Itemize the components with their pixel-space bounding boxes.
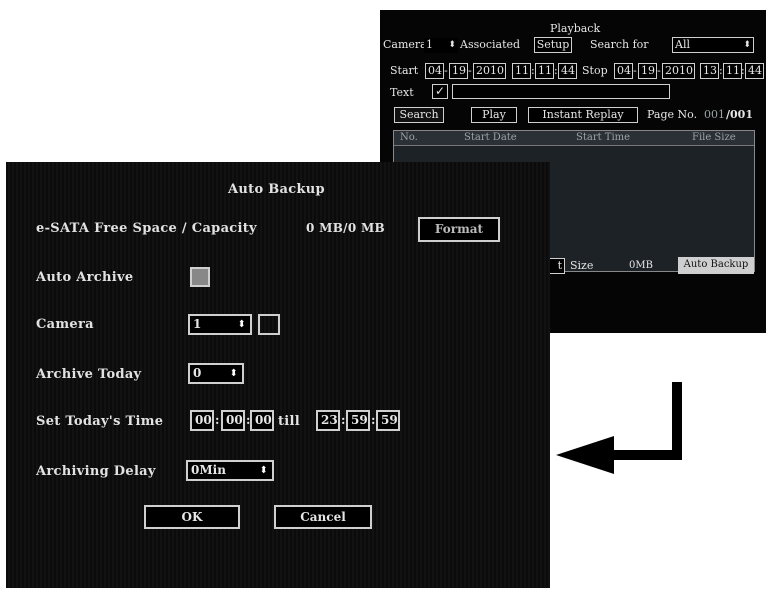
camera-select-value: 1	[193, 317, 202, 331]
play-button[interactable]: Play	[471, 107, 517, 123]
page-total: /001	[726, 108, 753, 121]
search-for-label: Search for	[590, 38, 649, 51]
column-header-no: No.	[400, 132, 418, 143]
column-header-start-time: Start Time	[576, 132, 631, 143]
from-sec-field[interactable]: 00	[250, 410, 274, 431]
size-label: Size	[570, 259, 594, 272]
column-header-file-size: File Size	[692, 132, 736, 143]
camera-select[interactable]: 1 ⬍	[188, 314, 252, 335]
stop-month-field[interactable]: 04	[614, 63, 633, 79]
search-for-value: All	[675, 38, 690, 51]
start-year-field[interactable]: 2010	[473, 63, 506, 79]
stop-sec-field[interactable]: 44	[745, 63, 764, 79]
date-separator: -	[468, 64, 472, 77]
setup-button[interactable]: Setup	[534, 37, 572, 53]
to-min-field[interactable]: 59	[346, 410, 370, 431]
archive-today-label: Archive Today	[36, 367, 142, 382]
date-separator: -	[657, 64, 661, 77]
date-separator: -	[444, 64, 448, 77]
size-value: 0MB	[629, 260, 653, 271]
auto-backup-title: Auto Backup	[228, 182, 325, 197]
associated-label: Associated	[460, 38, 521, 51]
time-separator: :	[341, 413, 346, 427]
camera-checkbox[interactable]	[258, 314, 280, 335]
esata-label: e-SATA Free Space / Capacity	[36, 221, 257, 236]
text-input[interactable]	[452, 84, 670, 99]
archiving-delay-value: 0Min	[191, 463, 226, 477]
date-separator: -	[633, 64, 637, 77]
spinner-icon: ⬍	[229, 368, 238, 379]
column-header-start-date: Start Date	[464, 132, 517, 143]
till-label: till	[278, 414, 301, 429]
page-label: Page No.	[647, 108, 698, 121]
archiving-delay-label: Archiving Delay	[36, 464, 156, 479]
auto-archive-label: Auto Archive	[36, 270, 134, 285]
spinner-icon: ⬍	[448, 40, 456, 50]
start-month-field[interactable]: 04	[425, 63, 444, 79]
auto-archive-checkbox[interactable]	[190, 267, 210, 287]
stop-min-field[interactable]: 11	[723, 63, 742, 79]
esata-value: 0 MB/0 MB	[306, 221, 385, 235]
camera-select-value: 1	[426, 38, 433, 51]
ok-button[interactable]: OK	[144, 505, 240, 529]
set-time-label: Set Today's Time	[36, 414, 164, 429]
instant-replay-button[interactable]: Instant Replay	[528, 107, 638, 123]
to-sec-field[interactable]: 59	[376, 410, 400, 431]
format-button[interactable]: Format	[418, 217, 500, 242]
stop-day-field[interactable]: 19	[638, 63, 657, 79]
start-min-field[interactable]: 11	[535, 63, 554, 79]
start-sec-field[interactable]: 44	[558, 63, 577, 79]
spinner-icon: ⬍	[237, 319, 246, 330]
archive-today-value: 0	[193, 366, 202, 380]
search-for-select[interactable]: All ⬍	[672, 37, 754, 53]
camera-label: Camera	[383, 38, 427, 51]
cancel-button[interactable]: Cancel	[274, 505, 372, 529]
spinner-icon: ⬍	[743, 40, 751, 50]
time-separator: :	[371, 413, 376, 427]
stop-hour-field[interactable]: 13	[700, 63, 719, 79]
return-arrow-icon	[556, 382, 682, 474]
start-day-field[interactable]: 19	[449, 63, 468, 79]
start-hour-field[interactable]: 11	[512, 63, 531, 79]
time-separator: :	[215, 413, 220, 427]
camera-label: Camera	[36, 317, 94, 332]
auto-backup-button[interactable]: Auto Backup	[678, 257, 754, 274]
page-current: 001	[704, 108, 725, 121]
stop-label: Stop	[582, 64, 608, 77]
camera-select[interactable]: 1 ⬍	[424, 38, 458, 53]
spinner-icon: ⬍	[259, 465, 268, 476]
text-checkbox[interactable]: ✓	[432, 84, 448, 99]
from-hour-field[interactable]: 00	[190, 410, 214, 431]
playback-title: Playback	[550, 22, 601, 35]
checkmark-icon: ✓	[434, 84, 446, 98]
stop-year-field[interactable]: 2010	[662, 63, 695, 79]
archive-today-select[interactable]: 0 ⬍	[188, 363, 244, 384]
auto-backup-window: Auto Backup e-SATA Free Space / Capacity…	[6, 162, 550, 588]
recording-list-header: No. Start Date Start Time File Size	[394, 131, 754, 146]
text-label: Text	[390, 86, 414, 99]
archiving-delay-select[interactable]: 0Min ⬍	[186, 460, 274, 481]
from-min-field[interactable]: 00	[221, 410, 245, 431]
start-label: Start	[390, 64, 419, 77]
search-button[interactable]: Search	[394, 107, 444, 123]
to-hour-field[interactable]: 23	[316, 410, 340, 431]
